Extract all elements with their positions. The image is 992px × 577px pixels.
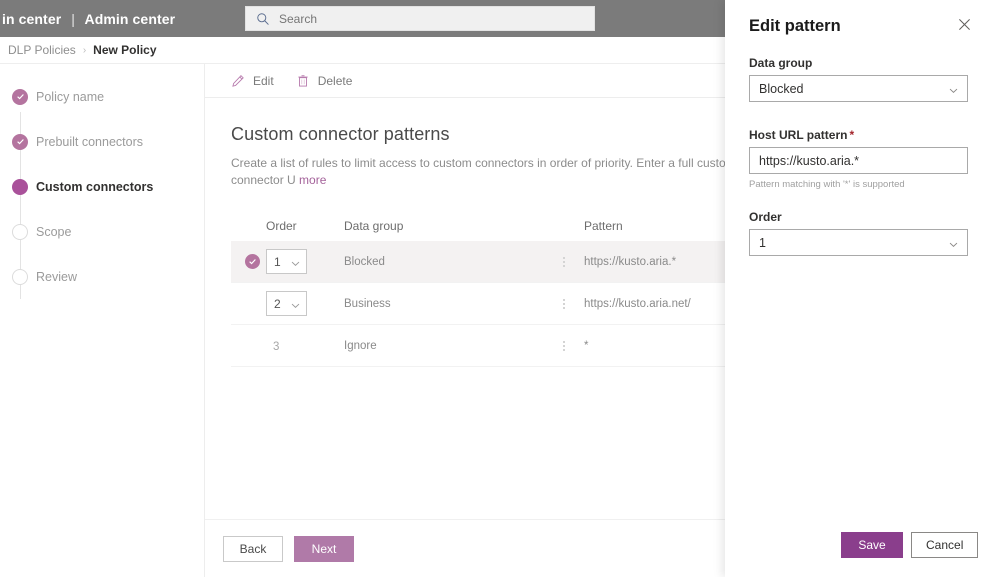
host-url-pattern-hint: Pattern matching with '*' is supported xyxy=(749,179,905,190)
order-dropdown-value: 2 xyxy=(274,296,281,311)
step-bullet-todo-icon xyxy=(12,223,28,240)
chevron-down-icon xyxy=(290,256,301,267)
wizard-steps-rail: Policy name Prebuilt connectors Custom c… xyxy=(0,64,205,577)
sidebar-item-label: Custom connectors xyxy=(36,179,154,194)
table-row[interactable]: 1 Blocked https://kusto.aria.* xyxy=(231,241,791,283)
patterns-table: Order Data group Pattern 1 Blocked https… xyxy=(231,219,791,367)
close-button[interactable] xyxy=(950,12,978,40)
data-group-field: Data group Blocked xyxy=(749,56,968,102)
row-selected-check-icon xyxy=(245,254,260,269)
search-icon xyxy=(256,12,270,26)
close-icon xyxy=(958,18,971,34)
breadcrumb-item-dlp-policies[interactable]: DLP Policies xyxy=(8,43,76,57)
suite-brand[interactable]: in center | Admin center xyxy=(2,11,175,27)
edit-button-label: Edit xyxy=(253,73,274,88)
suite-brand-separator: | xyxy=(71,10,76,27)
table-row[interactable]: 2 Business https://kusto.aria.net/ xyxy=(231,283,791,325)
table-header-order: Order xyxy=(266,219,297,233)
table-header-row: Order Data group Pattern xyxy=(231,219,791,241)
more-vertical-icon xyxy=(544,256,584,267)
more-vertical-icon xyxy=(544,340,584,351)
page-description: Create a list of rules to limit access t… xyxy=(231,155,791,189)
data-group-label: Data group xyxy=(749,56,813,70)
panel-header: Edit pattern xyxy=(725,0,992,52)
edit-pattern-panel: Edit pattern Data group Blocked Host URL… xyxy=(725,0,992,577)
host-url-pattern-label: Host URL pattern * xyxy=(749,128,968,142)
order-dropdown[interactable]: 2 xyxy=(266,291,307,316)
row-order-cell: 1 xyxy=(266,249,344,274)
order-dropdown-value: 1 xyxy=(274,254,281,269)
step-bullet-active-icon xyxy=(12,178,28,195)
table-header-data-group: Data group xyxy=(344,219,404,233)
sidebar-item-review[interactable]: Review xyxy=(0,254,204,299)
delete-button-label: Delete xyxy=(317,73,353,88)
sidebar-item-policy-name[interactable]: Policy name xyxy=(0,74,204,164)
edit-button[interactable]: Edit xyxy=(231,74,274,88)
panel-form: Data group Blocked Host URL pattern * htt… xyxy=(725,52,992,256)
search-input[interactable]: Search xyxy=(245,6,595,31)
row-select-indicator[interactable] xyxy=(231,254,266,269)
delete-button[interactable]: Delete xyxy=(296,73,353,88)
row-data-group-cell: Ignore xyxy=(344,339,377,352)
order-dropdown[interactable]: 1 xyxy=(266,249,307,274)
row-overflow-menu[interactable] xyxy=(544,340,584,351)
step-bullet-done-icon xyxy=(12,88,28,105)
learn-more-link[interactable]: more xyxy=(299,173,326,187)
data-group-dropdown[interactable]: Blocked xyxy=(749,75,968,102)
chevron-down-icon xyxy=(290,298,301,309)
row-order-cell: 2 xyxy=(266,291,344,316)
row-data-group-cell: Business xyxy=(344,297,391,310)
order-dropdown-panel[interactable]: 1 xyxy=(749,229,968,256)
host-url-pattern-value: https://kusto.aria.* xyxy=(759,153,860,168)
order-static-value: 3 xyxy=(273,340,280,353)
chevron-down-icon xyxy=(948,237,959,248)
host-url-pattern-field: Host URL pattern * https://kusto.aria.* P… xyxy=(749,128,968,190)
order-label: Order xyxy=(749,210,782,224)
host-url-pattern-label-text: Host URL pattern xyxy=(749,128,848,142)
save-button[interactable]: Save xyxy=(841,532,903,558)
host-url-pattern-input[interactable]: https://kusto.aria.* xyxy=(749,147,968,174)
panel-title: Edit pattern xyxy=(749,16,841,35)
required-asterisk: * xyxy=(849,128,855,142)
row-order-cell: 3 xyxy=(266,337,344,355)
data-group-value: Blocked xyxy=(759,81,804,96)
pencil-icon xyxy=(231,74,245,88)
sidebar-item-label: Prebuilt connectors xyxy=(36,134,144,149)
step-bullet-done-icon xyxy=(12,133,28,150)
next-button[interactable]: Next xyxy=(294,535,354,562)
sidebar-item-label: Policy name xyxy=(36,89,105,104)
row-overflow-menu[interactable] xyxy=(544,256,584,267)
sidebar-item-label: Review xyxy=(36,269,77,284)
order-field: Order 1 xyxy=(749,210,968,256)
sidebar-item-prebuilt-connectors[interactable]: Prebuilt connectors xyxy=(0,119,204,209)
sidebar-item-scope[interactable]: Scope xyxy=(0,209,204,299)
search-placeholder: Search xyxy=(279,11,318,26)
cancel-button[interactable]: Cancel xyxy=(911,532,979,558)
sidebar-item-label: Scope xyxy=(36,224,72,239)
back-button[interactable]: Back xyxy=(223,535,283,562)
step-bullet-todo-icon xyxy=(12,268,28,285)
panel-footer: Save Cancel xyxy=(725,513,992,577)
more-vertical-icon xyxy=(544,298,584,309)
trash-icon xyxy=(296,74,310,88)
suite-brand-truncated: in center xyxy=(2,10,62,27)
breadcrumb-item-new-policy: New Policy xyxy=(93,43,157,57)
app-root: in center | Admin center Search DLP Poli… xyxy=(0,0,992,577)
suite-app-name: Admin center xyxy=(84,10,176,27)
chevron-down-icon xyxy=(948,83,959,94)
sidebar-item-custom-connectors[interactable]: Custom connectors xyxy=(0,164,204,254)
row-overflow-menu[interactable] xyxy=(544,298,584,309)
row-data-group-cell: Blocked xyxy=(344,255,385,268)
breadcrumb-chevron-icon: › xyxy=(82,44,87,56)
table-row[interactable]: 3 Ignore * xyxy=(231,325,791,367)
order-dropdown-panel-value: 1 xyxy=(759,235,766,250)
